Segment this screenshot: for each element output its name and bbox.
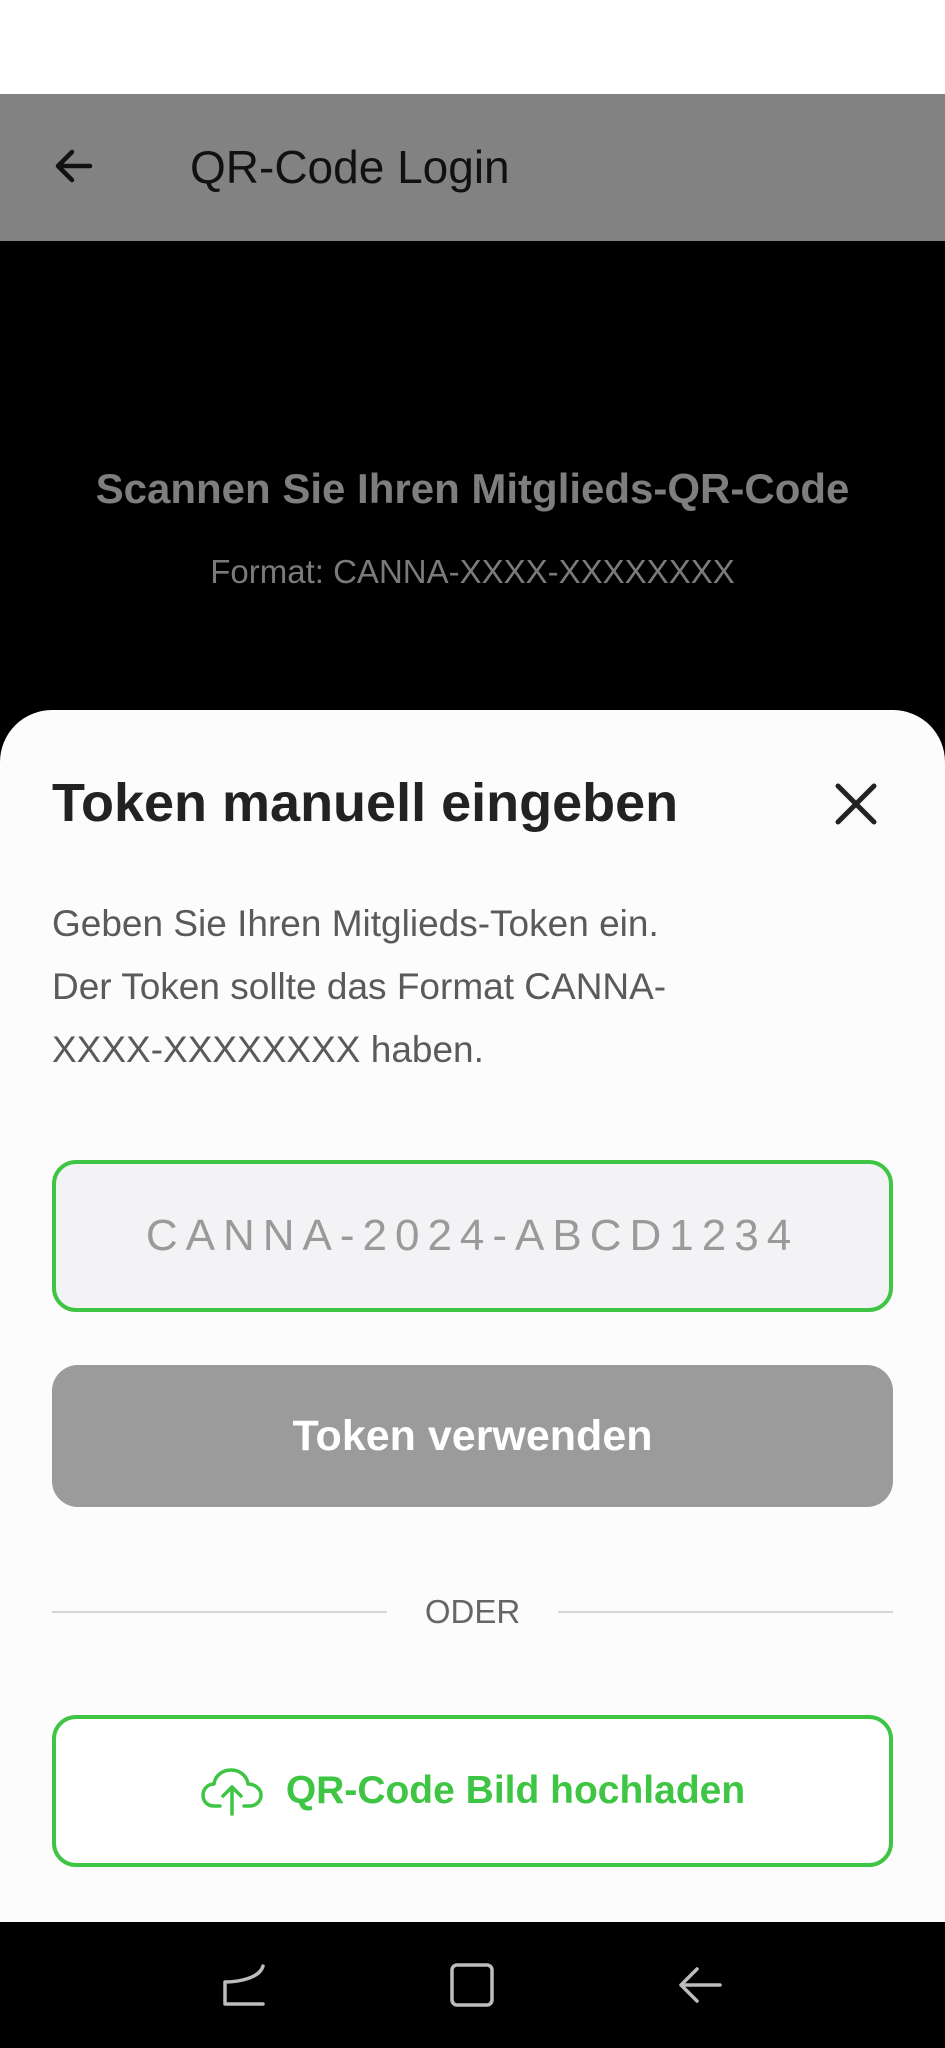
divider-line-left — [52, 1611, 387, 1613]
screen: QR-Code Login Scannen Sie Ihren Mitglied… — [0, 0, 945, 2048]
app-bar: QR-Code Login — [0, 94, 945, 241]
status-bar — [0, 0, 945, 94]
app-bar-title: QR-Code Login — [190, 141, 510, 193]
recents-button[interactable] — [211, 1952, 277, 2018]
recents-icon — [223, 1964, 265, 2006]
divider-text: ODER — [424, 1593, 521, 1630]
back-button[interactable] — [38, 130, 110, 202]
upload-qr-image-button[interactable]: QR-Code Bild hochladen — [52, 1715, 893, 1867]
divider-line-right — [558, 1611, 893, 1613]
close-button[interactable] — [822, 770, 890, 838]
sheet-description: Geben Sie Ihren Mitglieds-Token ein. Der… — [52, 903, 667, 1070]
cloud-upload-icon — [201, 1768, 263, 1816]
system-back-button[interactable] — [667, 1952, 733, 2018]
upload-button-label: QR-Code Bild hochladen — [285, 1769, 746, 1812]
scan-instruction-title: Scannen Sie Ihren Mitglieds-QR-Code — [95, 465, 850, 512]
arrow-left-icon — [55, 149, 93, 183]
home-icon — [450, 1963, 494, 2007]
manual-token-sheet: Token manuell eingeben Geben Sie Ihren M… — [0, 710, 945, 1922]
home-button[interactable] — [439, 1952, 505, 2018]
back-icon — [679, 1967, 722, 2003]
close-icon — [835, 783, 877, 825]
system-navigation-bar — [0, 1922, 945, 2048]
scan-format-hint: Format: CANNA-XXXX-XXXXXXXX — [210, 553, 735, 590]
use-token-button[interactable]: Token verwenden — [52, 1365, 893, 1507]
camera-preview: Scannen Sie Ihren Mitglieds-QR-Code Form… — [0, 241, 945, 711]
token-input[interactable] — [52, 1160, 893, 1312]
sheet-title: Token manuell eingeben — [52, 773, 679, 833]
